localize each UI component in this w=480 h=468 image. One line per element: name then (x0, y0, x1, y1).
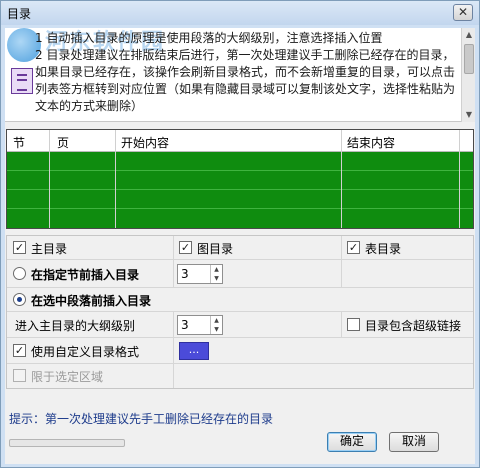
divider (341, 312, 342, 338)
stepper-buttons[interactable]: ▲ ▼ (210, 265, 222, 283)
ok-button[interactable]: 确定 (327, 432, 377, 452)
stepper-up-icon[interactable]: ▲ (211, 265, 222, 274)
divider (173, 260, 174, 288)
include-hyperlink-label: 目录包含超级链接 (365, 319, 462, 333)
scroll-thumb[interactable] (464, 44, 474, 74)
scroll-down-icon[interactable]: ▼ (464, 110, 474, 120)
divider (173, 312, 174, 338)
stepper-buttons[interactable]: ▲ ▼ (210, 316, 222, 334)
col-header-end[interactable]: 结束内容 (347, 134, 395, 151)
custom-format-row: ✓ 使用自定义目录格式 ... (7, 338, 473, 364)
insert-paragraph-row: 在选中段落前插入目录 (7, 288, 473, 312)
dialog-body: 河东软件园 1 自动插入目录的原理是使用段落的大纲级别，注意选择插入位置 2 目… (5, 28, 475, 464)
outline-level-row: 进入主目录的大纲级别 3 ▲ ▼ 目录包含超级链接 (7, 312, 473, 338)
col-header-page[interactable]: 页 (57, 134, 69, 151)
format-picker-button[interactable]: ... (179, 342, 209, 360)
divider (173, 236, 174, 260)
insert-before-paragraph-label: 在选中段落前插入目录 (31, 294, 152, 308)
stepper-up-icon[interactable]: ▲ (211, 316, 222, 325)
outline-level-stepper[interactable]: 3 ▲ ▼ (177, 315, 223, 335)
document-icon (11, 68, 33, 94)
close-button[interactable]: ✕ (453, 4, 473, 21)
cancel-button[interactable]: 取消 (389, 432, 439, 452)
table-header: 节 页 开始内容 结束内容 (7, 130, 473, 152)
insert-before-section-radio[interactable] (13, 267, 26, 280)
main-toc-checkbox[interactable]: ✓ (13, 241, 26, 254)
scroll-up-icon[interactable]: ▲ (464, 30, 474, 40)
main-toc-label: 主目录 (31, 242, 68, 256)
limit-selection-row: 限于选定区域 (7, 364, 473, 388)
divider (341, 236, 342, 260)
col-divider (459, 130, 460, 228)
table-toc-checkbox[interactable]: ✓ (347, 241, 360, 254)
dialog-title: 目录 (7, 7, 32, 21)
insert-section-row: 在指定节前插入目录 3 ▲ ▼ (7, 260, 473, 288)
custom-format-checkbox[interactable]: ✓ (13, 344, 26, 357)
stepper-down-icon[interactable]: ▼ (211, 325, 222, 334)
limit-selection-label: 限于选定区域 (31, 370, 104, 384)
table-row[interactable] (7, 189, 473, 190)
col-divider (49, 130, 50, 228)
info-panel: 河东软件园 1 自动插入目录的原理是使用段落的大纲级别，注意选择插入位置 2 目… (5, 28, 475, 122)
section-number-stepper[interactable]: 3 ▲ ▼ (177, 264, 223, 284)
figure-toc-label: 图目录 (197, 242, 234, 256)
toc-type-row: ✓ 主目录 ✓ 图目录 ✓ 表目录 (7, 236, 473, 260)
col-divider (115, 130, 116, 228)
outline-level-label: 进入主目录的大纲级别 (15, 319, 136, 333)
stepper-down-icon[interactable]: ▼ (211, 274, 222, 283)
col-header-section[interactable]: 节 (13, 134, 25, 151)
info-line-1: 1 自动插入目录的原理是使用段落的大纲级别，注意选择插入位置 (35, 31, 383, 45)
progress-bar (9, 439, 125, 447)
section-number-value[interactable]: 3 (181, 267, 189, 281)
table-toc-label: 表目录 (365, 242, 402, 256)
options-panel: ✓ 主目录 ✓ 图目录 ✓ 表目录 在指定节前插入目录 3 ▲ ▼ 在选中段落前… (6, 235, 474, 389)
insert-before-section-label: 在指定节前插入目录 (31, 268, 140, 282)
divider (173, 338, 174, 364)
info-text: 1 自动插入目录的原理是使用段落的大纲级别，注意选择插入位置 2 目录处理建议在… (35, 30, 455, 115)
info-line-2: 2 目录处理建议在排版结束后进行，第一次处理建议手工删除已经存在的目录，如果目录… (35, 48, 456, 113)
toc-dialog: 目录 ✕ 河东软件园 1 自动插入目录的原理是使用段落的大纲级别，注意选择插入位… (0, 0, 480, 468)
table-rows[interactable] (7, 152, 473, 228)
table-row[interactable] (7, 170, 473, 171)
col-header-start[interactable]: 开始内容 (121, 134, 169, 151)
include-hyperlink-checkbox[interactable] (347, 318, 360, 331)
limit-selection-checkbox (13, 369, 26, 382)
info-scrollbar[interactable]: ▲ ▼ (461, 28, 475, 122)
toc-list-table[interactable]: 节 页 开始内容 结束内容 (6, 129, 474, 229)
table-row[interactable] (7, 208, 473, 209)
divider (341, 260, 342, 288)
col-divider (341, 130, 342, 228)
custom-format-label: 使用自定义目录格式 (31, 345, 140, 359)
divider (173, 364, 174, 388)
figure-toc-checkbox[interactable]: ✓ (179, 241, 192, 254)
title-bar: 目录 ✕ (1, 1, 479, 25)
hint-text: 提示：第一次处理建议先手工删除已经存在的目录 (9, 412, 274, 426)
outline-level-value[interactable]: 3 (181, 318, 189, 332)
insert-before-paragraph-radio[interactable] (13, 293, 26, 306)
